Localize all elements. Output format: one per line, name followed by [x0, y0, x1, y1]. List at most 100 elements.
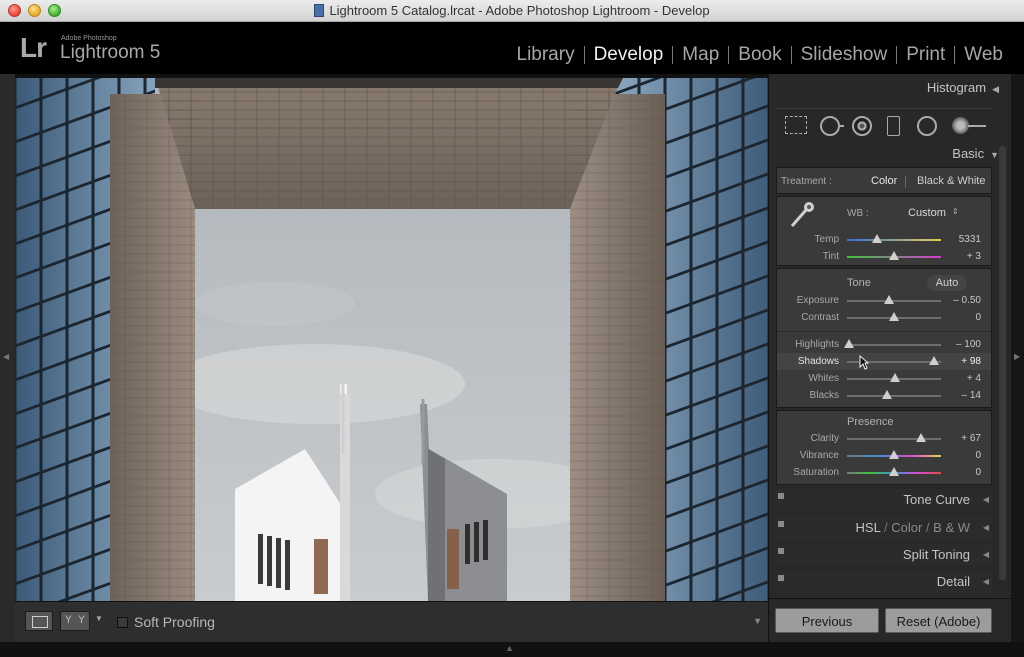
whites-slider-thumb[interactable]: [889, 373, 900, 382]
detail-panel-header[interactable]: Detail ◀: [776, 571, 992, 593]
hsl-switch[interactable]: [778, 521, 784, 527]
panel-divider: [769, 598, 1012, 599]
collapse-triangle-icon: ◀: [992, 84, 999, 94]
toolbar-content-dropdown-icon[interactable]: ▼: [753, 616, 762, 626]
exposure-value[interactable]: – 0.50: [941, 295, 981, 306]
left-panel-collapsed[interactable]: ◀: [0, 74, 15, 642]
graduated-filter-icon[interactable]: [887, 116, 900, 136]
tone-curve-panel-header[interactable]: Tone Curve ◀: [776, 489, 992, 511]
whites-value[interactable]: + 4: [941, 373, 981, 384]
expand-filmstrip-icon[interactable]: ▲: [505, 643, 514, 653]
highlights-label: Highlights: [795, 339, 839, 350]
wb-preset-value[interactable]: Custom: [908, 207, 946, 219]
contrast-slider-thumb[interactable]: [889, 312, 899, 321]
blacks-slider-track[interactable]: [847, 395, 941, 397]
spot-removal-icon[interactable]: [820, 116, 844, 136]
crop-overlay-icon[interactable]: [785, 116, 807, 134]
module-map[interactable]: Map: [673, 44, 728, 66]
right-panel-scrollbar[interactable]: [999, 146, 1006, 580]
red-eye-icon[interactable]: [852, 116, 872, 136]
loupe-view-button[interactable]: [25, 611, 53, 631]
module-slideshow[interactable]: Slideshow: [792, 44, 897, 66]
presence-label: Presence: [847, 416, 894, 428]
window-title: Lightroom 5 Catalog.lrcat - Adobe Photos…: [0, 3, 1024, 18]
hsl-color-tab[interactable]: Color: [891, 520, 922, 535]
temp-slider-track[interactable]: [847, 239, 941, 241]
tool-strip: [776, 108, 992, 138]
collapse-triangle-icon: ◀: [982, 523, 989, 532]
temp-slider-thumb[interactable]: [872, 234, 883, 243]
detail-switch[interactable]: [778, 575, 784, 581]
identity-plate-adobe: Adobe Photoshop: [61, 35, 117, 42]
tone-auto-button[interactable]: Auto: [927, 275, 967, 291]
temp-label: Temp: [814, 234, 839, 245]
soft-proofing-checkbox[interactable]: [117, 617, 128, 628]
module-web[interactable]: Web: [955, 44, 1012, 66]
mouse-cursor-icon: [859, 355, 869, 370]
wb-dropdown-icon[interactable]: ⇕: [952, 207, 959, 216]
blacks-value[interactable]: – 14: [941, 390, 981, 401]
blacks-slider-thumb[interactable]: [882, 390, 893, 399]
basic-title: Basic: [952, 146, 985, 161]
right-panel: Histogram ◀ Basic ▼ Treatment : Color Blac…: [768, 74, 1012, 642]
histogram-header[interactable]: Histogram ◀: [769, 80, 999, 95]
tone-curve-switch[interactable]: [778, 493, 784, 499]
clarity-value[interactable]: + 67: [941, 433, 981, 444]
window-titlebar: Lightroom 5 Catalog.lrcat - Adobe Photos…: [0, 0, 1024, 22]
tint-slider-thumb[interactable]: [889, 251, 899, 260]
highlights-slider-thumb[interactable]: [843, 339, 854, 348]
hsl-bw-tab[interactable]: B & W: [933, 520, 970, 535]
highlights-value[interactable]: – 100: [941, 339, 981, 350]
collapse-right-panel-icon[interactable]: ▶: [1014, 352, 1020, 361]
tone-label: Tone: [847, 277, 871, 289]
window-title-text: Lightroom 5 Catalog.lrcat - Adobe Photos…: [329, 3, 710, 18]
tint-label: Tint: [822, 251, 839, 262]
wb-eyedropper-icon[interactable]: [789, 201, 815, 229]
whites-label: Whites: [808, 373, 839, 384]
previous-button[interactable]: Previous: [775, 608, 879, 633]
exposure-slider-thumb[interactable]: [884, 295, 895, 304]
lightroom-logo: Lr: [20, 32, 47, 63]
highlights-slider-track[interactable]: [847, 344, 941, 346]
module-book[interactable]: Book: [729, 44, 790, 66]
module-library[interactable]: Library: [508, 44, 584, 66]
reset-button[interactable]: Reset (Adobe): [885, 608, 992, 633]
basic-header[interactable]: Basic ▼: [769, 146, 999, 161]
saturation-slider-thumb[interactable]: [889, 467, 899, 476]
hsl-title: HSL / Color / B & W: [856, 520, 970, 535]
adjustment-brush-icon[interactable]: [952, 116, 986, 136]
hsl-tab[interactable]: HSL: [856, 520, 881, 535]
vibrance-value[interactable]: 0: [941, 450, 981, 461]
module-develop[interactable]: Develop: [585, 44, 673, 66]
vibrance-slider-thumb[interactable]: [889, 450, 899, 459]
saturation-value[interactable]: 0: [941, 467, 981, 478]
shadows-slider-thumb[interactable]: [929, 356, 940, 365]
contrast-label: Contrast: [801, 312, 839, 323]
clarity-slider-thumb[interactable]: [916, 433, 927, 442]
treatment-row: Treatment : Color Black & White: [776, 167, 992, 194]
treatment-separator: [905, 176, 906, 188]
expand-triangle-icon: ▼: [990, 150, 999, 160]
tint-value[interactable]: + 3: [941, 251, 981, 262]
filmstrip-collapsed[interactable]: ▲: [0, 642, 1024, 657]
split-toning-panel-header[interactable]: Split Toning ◀: [776, 544, 992, 566]
temp-value[interactable]: 5331: [941, 234, 981, 245]
treatment-color-option[interactable]: Color: [871, 175, 897, 187]
architecture-photo: [15, 74, 768, 601]
collapse-triangle-icon: ◀: [982, 495, 989, 504]
right-panel-edge[interactable]: ▶: [1011, 74, 1024, 642]
before-after-button[interactable]: Y Y: [60, 611, 90, 631]
collapse-triangle-icon: ◀: [982, 577, 989, 586]
photo-preview[interactable]: [15, 74, 768, 601]
collapse-triangle-icon: ◀: [982, 550, 989, 559]
hsl-panel-header[interactable]: HSL / Color / B & W ◀: [776, 517, 992, 539]
split-toning-switch[interactable]: [778, 548, 784, 554]
radial-filter-icon[interactable]: [917, 116, 937, 136]
clarity-slider-track[interactable]: [847, 438, 941, 440]
module-print[interactable]: Print: [897, 44, 954, 66]
before-after-dropdown-icon[interactable]: ▼: [95, 614, 103, 623]
shadows-value[interactable]: + 98: [941, 356, 981, 367]
treatment-bw-option[interactable]: Black & White: [917, 175, 985, 187]
expand-left-panel-icon[interactable]: ◀: [3, 352, 9, 361]
contrast-value[interactable]: 0: [941, 312, 981, 323]
